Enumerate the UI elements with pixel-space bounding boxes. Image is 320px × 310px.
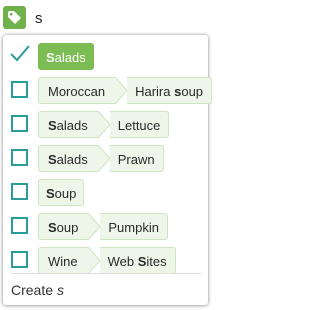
chevron-right-icon xyxy=(97,111,110,138)
divider xyxy=(11,273,201,274)
checkbox[interactable] xyxy=(11,149,28,166)
chevron-right-icon xyxy=(87,247,100,274)
tag-pill: Salads xyxy=(38,43,94,70)
tag-button[interactable] xyxy=(3,6,26,29)
chevron-right-icon xyxy=(97,145,110,172)
checkbox[interactable] xyxy=(11,251,28,268)
tag-pill-parent: Salads xyxy=(38,145,98,172)
tag-pill: Soup xyxy=(38,179,85,206)
tag-pill-child: Lettuce xyxy=(109,111,170,138)
create-query: s xyxy=(57,282,65,298)
checkbox[interactable] xyxy=(11,115,28,132)
list-item[interactable]: Soup xyxy=(3,175,208,207)
tag-pill-parent: Moroccan xyxy=(38,77,116,104)
checkbox[interactable] xyxy=(11,217,28,234)
tag-path: Moroccan Harira soup xyxy=(38,77,213,104)
checkbox[interactable] xyxy=(11,81,28,98)
tag-path: Salads Prawn xyxy=(38,145,164,172)
chevron-right-icon xyxy=(88,213,101,240)
tag-pill-child: Harira soup xyxy=(127,77,213,104)
tag-pill-child: Prawn xyxy=(109,145,164,172)
list-item[interactable]: Wine Web Sites xyxy=(3,243,208,275)
tag-pill-child: Pumpkin xyxy=(100,213,168,240)
checkbox[interactable] xyxy=(11,183,28,200)
tag-path: Salads xyxy=(38,43,94,70)
tag-pill-parent: Soup xyxy=(38,213,89,240)
tag-icon xyxy=(8,11,21,24)
tag-path: Soup Pumpkin xyxy=(38,213,168,240)
tag-picker: Salads Moroccan Harira soup Salads L xyxy=(0,0,214,310)
chevron-right-icon xyxy=(115,77,128,104)
tag-path: Salads Lettuce xyxy=(38,111,170,138)
list-item[interactable]: Salads xyxy=(3,39,208,71)
list-item[interactable]: Soup Pumpkin xyxy=(3,209,208,241)
create-tag-option[interactable]: Create s xyxy=(11,282,64,298)
search-bar xyxy=(0,0,214,36)
list-item[interactable]: Salads Prawn xyxy=(3,141,208,173)
list-item[interactable]: Moroccan Harira soup xyxy=(3,73,213,105)
tag-path: Soup xyxy=(38,179,85,206)
suggestions-dropdown: Salads Moroccan Harira soup Salads Lettu… xyxy=(3,35,213,305)
tag-pill-parent: Salads xyxy=(38,111,98,138)
tag-path: Wine Web Sites xyxy=(38,247,176,274)
list-item[interactable]: Salads Lettuce xyxy=(3,107,208,139)
search-input[interactable] xyxy=(31,7,214,29)
tag-pill-child: Web Sites xyxy=(99,247,176,274)
create-label: Create xyxy=(11,282,54,298)
check-icon[interactable] xyxy=(9,43,31,63)
tag-pill-parent: Wine xyxy=(38,247,88,274)
